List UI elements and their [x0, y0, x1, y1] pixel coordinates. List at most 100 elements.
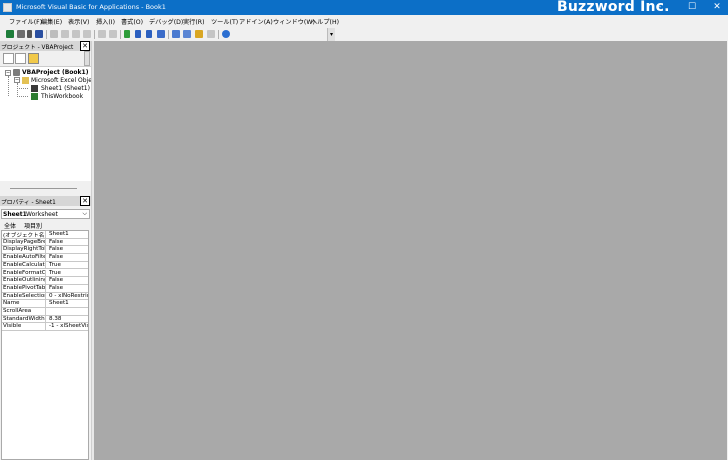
properties-window-icon[interactable] — [183, 30, 191, 38]
property-row[interactable]: ScrollArea — [2, 308, 88, 316]
toolbar-separator — [120, 30, 121, 39]
property-value[interactable]: False — [49, 277, 88, 283]
property-value[interactable]: True — [49, 270, 88, 276]
property-name: (オブジェクト名) — [3, 231, 46, 238]
property-value[interactable]: Sheet1 — [49, 300, 88, 306]
menu-help[interactable]: ヘルプ(H) — [311, 17, 339, 26]
toolbar-separator — [46, 30, 47, 39]
object-browser-icon[interactable] — [195, 30, 203, 38]
copy-icon[interactable] — [61, 30, 69, 38]
menu-file[interactable]: ファイル(F) — [9, 17, 42, 26]
chevron-down-icon[interactable]: ⌵ — [82, 210, 87, 218]
property-row[interactable]: EnableAutoFilter False — [2, 254, 88, 262]
properties-pane-header: プロパティ - Sheet1 ✕ — [0, 196, 91, 206]
tree-item-sheet1[interactable]: Sheet1 (Sheet1) — [41, 85, 90, 92]
pane-splitter[interactable] — [10, 188, 77, 189]
property-row[interactable]: EnableFormatConTrue — [2, 269, 88, 278]
property-row[interactable]: EnableCalculatio True — [2, 261, 88, 270]
run-icon[interactable] — [124, 30, 130, 38]
menu-window[interactable]: ウィンドウ(W) — [273, 17, 315, 26]
vba-project-icon — [13, 69, 20, 76]
menu-bar: ファイル(F) 編集(E) 表示(V) 挿入(I) 書式(O) デバッグ(D) … — [0, 15, 728, 28]
property-row[interactable]: (オブジェクト名) Sheet1 — [2, 231, 88, 239]
property-value[interactable]: -1 - xlSheetVis — [49, 323, 88, 329]
standard-toolbar: ▾ — [0, 28, 335, 41]
tab-alphabetic[interactable]: 全体 — [4, 221, 16, 230]
property-row[interactable]: Visible -1 - xlSheetVis — [2, 323, 88, 332]
sheet-icon — [31, 85, 38, 92]
property-row[interactable]: DisplayRightToLe False — [2, 246, 88, 255]
tree-item-thisworkbook[interactable]: ThisWorkbook — [41, 93, 83, 100]
object-selector[interactable]: Sheet1 Worksheet ⌵ — [1, 209, 90, 219]
vba-app-icon — [3, 3, 12, 12]
save-icon[interactable] — [35, 30, 43, 38]
tree-folder-excel-objects[interactable]: Microsoft Excel Objec — [31, 77, 95, 84]
property-value[interactable]: True — [49, 262, 88, 268]
property-value[interactable]: 0 - xlNoRestric — [49, 293, 88, 299]
reset-icon[interactable] — [146, 30, 152, 38]
property-row[interactable]: EnablePivotTable False — [2, 284, 88, 293]
break-icon[interactable] — [135, 30, 141, 38]
property-name: EnableCalculatio — [3, 261, 46, 269]
menu-run[interactable]: 実行(R) — [183, 17, 205, 26]
insert-module-icon[interactable] — [17, 30, 25, 38]
dropdown-arrow-icon[interactable] — [27, 30, 32, 38]
tree-root-project[interactable]: VBAProject (Book1) — [22, 69, 88, 76]
view-code-icon[interactable] — [3, 53, 14, 64]
cut-icon[interactable] — [50, 30, 58, 38]
property-row[interactable]: DisplayPageBrea False — [2, 238, 88, 247]
tab-categorized[interactable]: 項目別 — [24, 221, 42, 230]
property-name: EnableSelection — [3, 292, 46, 300]
property-row[interactable]: EnableOutlining False — [2, 277, 88, 285]
toolbar-separator — [168, 30, 169, 39]
menu-insert[interactable]: 挿入(I) — [96, 17, 115, 26]
property-value[interactable]: Sheet1 — [49, 231, 88, 237]
maximize-button[interactable]: ☐ — [681, 0, 703, 15]
expand-collapse-icon[interactable]: − — [5, 70, 11, 76]
property-value[interactable]: False — [49, 246, 88, 252]
menu-format[interactable]: 書式(O) — [121, 17, 143, 26]
minimize-button[interactable]: – — [648, 0, 670, 15]
property-row[interactable]: StandardWidth 8.38 — [2, 315, 88, 324]
design-mode-icon[interactable] — [157, 30, 165, 38]
menu-addins[interactable]: アドイン(A) — [239, 17, 273, 26]
toolbar-overflow-icon[interactable]: ▾ — [327, 28, 335, 41]
object-selector-type: Worksheet — [26, 211, 58, 218]
find-icon[interactable] — [83, 30, 91, 38]
project-pane-title: プロジェクト - VBAProject — [1, 45, 74, 51]
toolbar-separator — [94, 30, 95, 39]
property-row[interactable]: Name Sheet1 — [2, 300, 88, 308]
property-row[interactable]: EnableSelection 0 - xlNoRestric — [2, 292, 88, 301]
project-pane-close-button[interactable]: ✕ — [80, 41, 90, 51]
toolbox-icon[interactable] — [207, 30, 215, 38]
property-value[interactable]: False — [49, 254, 88, 260]
tree-connector — [8, 76, 9, 96]
project-explorer-icon[interactable] — [172, 30, 180, 38]
property-value[interactable]: False — [49, 239, 88, 245]
properties-tabs: 全体 項目別 — [1, 220, 90, 230]
menu-tools[interactable]: ツール(T) — [211, 17, 238, 26]
help-icon[interactable] — [222, 30, 230, 38]
property-value[interactable]: False — [49, 285, 88, 291]
redo-icon[interactable] — [109, 30, 117, 38]
close-window-button[interactable]: ✕ — [706, 0, 728, 15]
properties-pane-close-button[interactable]: ✕ — [80, 196, 90, 206]
undo-icon[interactable] — [98, 30, 106, 38]
menu-edit[interactable]: 編集(E) — [41, 17, 62, 26]
paste-icon[interactable] — [72, 30, 80, 38]
mdi-workspace[interactable] — [94, 41, 727, 460]
menu-view[interactable]: 表示(V) — [68, 17, 89, 26]
excel-view-icon[interactable] — [6, 30, 14, 38]
property-name: Name — [3, 300, 46, 308]
tree-connector — [17, 96, 28, 97]
project-scrollbar[interactable] — [84, 51, 90, 66]
expand-collapse-icon[interactable]: − — [14, 77, 20, 83]
workbook-icon — [31, 93, 38, 100]
property-name: EnablePivotTable — [3, 284, 46, 292]
title-bar: Microsoft Visual Basic for Applications … — [0, 0, 728, 15]
property-value[interactable]: 8.38 — [49, 316, 88, 322]
menu-debug[interactable]: デバッグ(D) — [149, 17, 183, 26]
toggle-folders-icon[interactable] — [28, 53, 39, 64]
properties-pane-title: プロパティ - Sheet1 — [1, 200, 56, 206]
view-object-icon[interactable] — [15, 53, 26, 64]
